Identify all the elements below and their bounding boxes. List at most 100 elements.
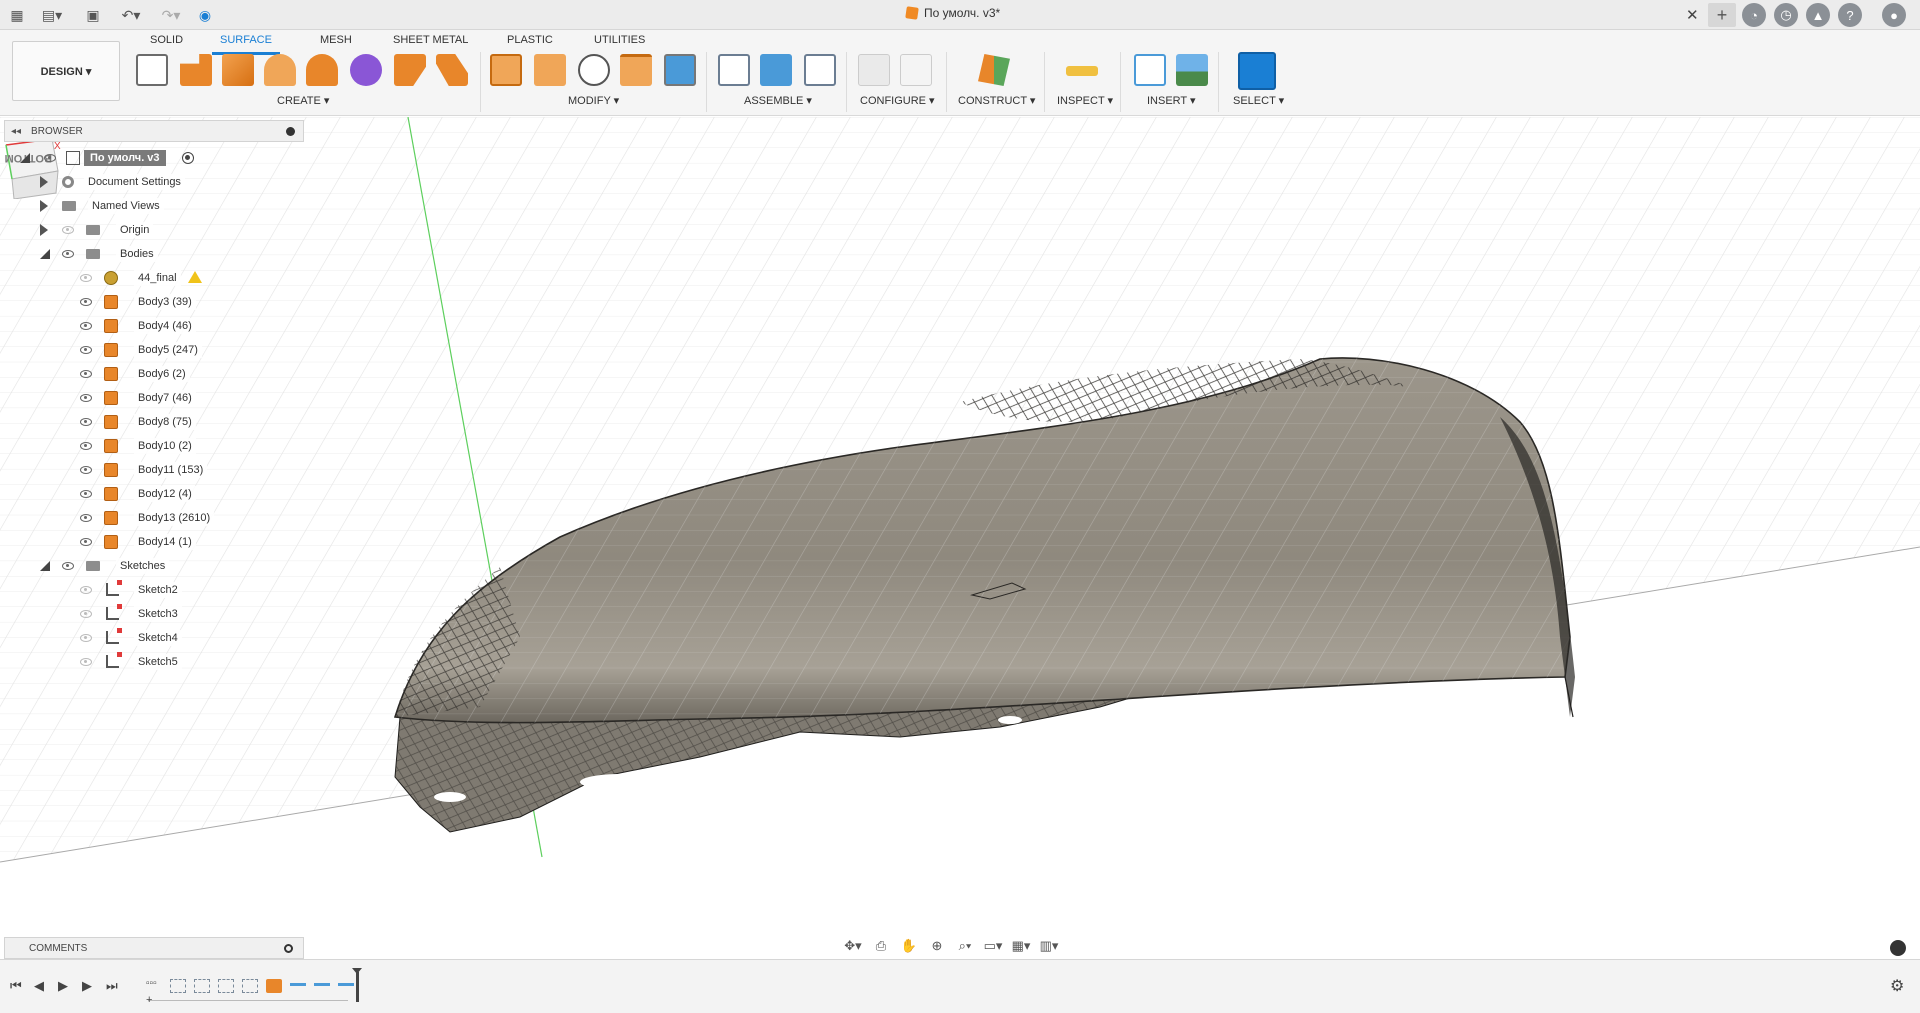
grid-icon[interactable]: ▦▾ <box>1010 937 1032 955</box>
timeline-move-icon[interactable] <box>314 979 330 993</box>
browser-item-body6[interactable]: Body6 (2) <box>4 362 304 386</box>
browser-item-body12[interactable]: Body12 (4) <box>4 482 304 506</box>
browser-item-body10[interactable]: Body10 (2) <box>4 434 304 458</box>
add-comment-icon[interactable] <box>284 944 293 953</box>
extrude-icon[interactable] <box>180 54 212 86</box>
orbit-icon[interactable]: ✥▾ <box>842 937 864 955</box>
tab-utilities[interactable]: UTILITIES <box>594 34 645 52</box>
browser-item-body3[interactable]: Body3 (39) <box>4 290 304 314</box>
visibility-icon[interactable] <box>80 394 92 402</box>
help-icon[interactable]: ? <box>1838 3 1862 27</box>
insert-group-label[interactable]: INSERT ▾ <box>1147 94 1196 107</box>
form-icon[interactable] <box>350 54 382 86</box>
file-icon[interactable]: ▤▾ <box>38 4 66 26</box>
offset-plane-icon[interactable] <box>978 54 1010 86</box>
step-forward-icon[interactable]: ▶ <box>82 978 92 994</box>
undo-icon[interactable]: ↶▾ <box>116 4 146 26</box>
redo-icon[interactable]: ↷▾ <box>156 4 186 26</box>
configure-icon[interactable] <box>858 54 890 86</box>
visibility-icon[interactable] <box>80 322 92 330</box>
timeline-sketch-icon[interactable] <box>194 979 210 993</box>
visibility-icon[interactable] <box>80 658 92 666</box>
browser-header[interactable]: ◂◂ BROWSER <box>4 120 304 142</box>
insert-canvas-icon[interactable] <box>1176 54 1208 86</box>
timeline-patch-icon[interactable] <box>266 979 282 993</box>
activate-component-icon[interactable] <box>182 152 194 164</box>
browser-item-body8[interactable]: Body8 (75) <box>4 410 304 434</box>
browser-root[interactable]: По умолч. v3 <box>4 146 304 170</box>
timeline-move-icon[interactable] <box>290 979 306 993</box>
joint-icon[interactable] <box>718 54 750 86</box>
timeline-add-icon[interactable]: + <box>146 994 152 1006</box>
tab-plastic[interactable]: PLASTIC <box>507 34 553 52</box>
settings-icon[interactable]: ⚙ <box>1890 976 1904 996</box>
browser-item-body13[interactable]: Body13 (2610) <box>4 506 304 530</box>
unstitch-icon[interactable] <box>534 54 566 86</box>
collapse-icon[interactable] <box>20 153 30 163</box>
visibility-icon[interactable] <box>80 274 92 282</box>
configure-group-label[interactable]: CONFIGURE ▾ <box>860 94 935 107</box>
insert-derive-icon[interactable] <box>1134 54 1166 86</box>
workspace-switcher-button[interactable]: DESIGN ▾ <box>12 41 120 101</box>
configuration-table-icon[interactable] <box>900 54 932 86</box>
create-group-label[interactable]: CREATE ▾ <box>277 94 329 107</box>
browser-item-bodies[interactable]: Bodies <box>4 242 304 266</box>
expand-icon[interactable] <box>40 200 48 212</box>
grid-menu-icon[interactable]: ▦ <box>6 4 28 26</box>
timeline-marker[interactable] <box>352 968 362 1002</box>
select-icon[interactable] <box>1238 52 1276 90</box>
collapse-icon[interactable] <box>40 561 50 571</box>
visibility-icon[interactable] <box>62 250 74 258</box>
comments-panel[interactable]: COMMENTS <box>4 937 304 959</box>
timeline-move-icon[interactable] <box>338 979 354 993</box>
browser-item-sketch2[interactable]: Sketch2 <box>4 578 304 602</box>
visibility-icon[interactable] <box>80 298 92 306</box>
select-group-label[interactable]: SELECT ▾ <box>1233 94 1284 107</box>
browser-item-sketches[interactable]: Sketches <box>4 554 304 578</box>
visibility-icon[interactable] <box>80 610 92 618</box>
avatar[interactable]: ● <box>1882 3 1906 27</box>
visibility-icon[interactable] <box>80 538 92 546</box>
create-sketch-icon[interactable] <box>136 54 168 86</box>
browser-item-body4[interactable]: Body4 (46) <box>4 314 304 338</box>
browser-item-44-final[interactable]: 44_final <box>4 266 304 290</box>
close-tab-icon[interactable]: ✕ <box>1686 6 1699 24</box>
offset-icon[interactable] <box>436 54 468 86</box>
visibility-icon[interactable] <box>62 226 74 234</box>
browser-item-body5[interactable]: Body5 (247) <box>4 338 304 362</box>
visibility-icon[interactable] <box>80 466 92 474</box>
sweep-icon[interactable] <box>264 54 296 86</box>
browser-item-named-views[interactable]: Named Views <box>4 194 304 218</box>
comment-toggle-icon[interactable] <box>1890 940 1906 956</box>
pin-panel-icon[interactable] <box>286 127 295 136</box>
tab-solid[interactable]: SOLID <box>150 34 183 52</box>
tab-mesh[interactable]: MESH <box>320 34 352 52</box>
assemble-group-label[interactable]: ASSEMBLE ▾ <box>744 94 812 107</box>
measure-icon[interactable] <box>1066 66 1098 76</box>
go-to-end-icon[interactable]: ⏭ <box>106 978 118 994</box>
tab-sheet-metal[interactable]: SHEET METAL <box>393 34 468 52</box>
construct-group-label[interactable]: CONSTRUCT ▾ <box>958 94 1035 107</box>
expand-icon[interactable] <box>40 176 48 188</box>
visibility-icon[interactable] <box>80 634 92 642</box>
new-component-icon[interactable] <box>760 54 792 86</box>
patch-icon[interactable] <box>394 54 426 86</box>
collapse-icon[interactable] <box>40 249 50 259</box>
notifications-icon[interactable]: ▲ <box>1806 3 1830 27</box>
visibility-icon[interactable] <box>80 418 92 426</box>
visibility-icon[interactable] <box>80 442 92 450</box>
extensions-icon[interactable]: ◔ <box>1742 3 1766 27</box>
collapse-panel-icon[interactable]: ◂◂ <box>11 126 21 137</box>
visibility-icon[interactable] <box>80 514 92 522</box>
browser-item-body11[interactable]: Body11 (153) <box>4 458 304 482</box>
job-status-icon[interactable]: ◉ <box>196 4 214 26</box>
visibility-icon[interactable] <box>80 346 92 354</box>
browser-item-sketch5[interactable]: Sketch5 <box>4 650 304 674</box>
expand-icon[interactable] <box>40 224 48 236</box>
inspect-group-label[interactable]: INSPECT ▾ <box>1057 94 1113 107</box>
timeline-sketch-icon[interactable] <box>242 979 258 993</box>
browser-item-body7[interactable]: Body7 (46) <box>4 386 304 410</box>
replace-face-icon[interactable] <box>664 54 696 86</box>
look-at-icon[interactable]: ⎙ <box>870 937 892 955</box>
timeline-sketch-icon[interactable] <box>218 979 234 993</box>
